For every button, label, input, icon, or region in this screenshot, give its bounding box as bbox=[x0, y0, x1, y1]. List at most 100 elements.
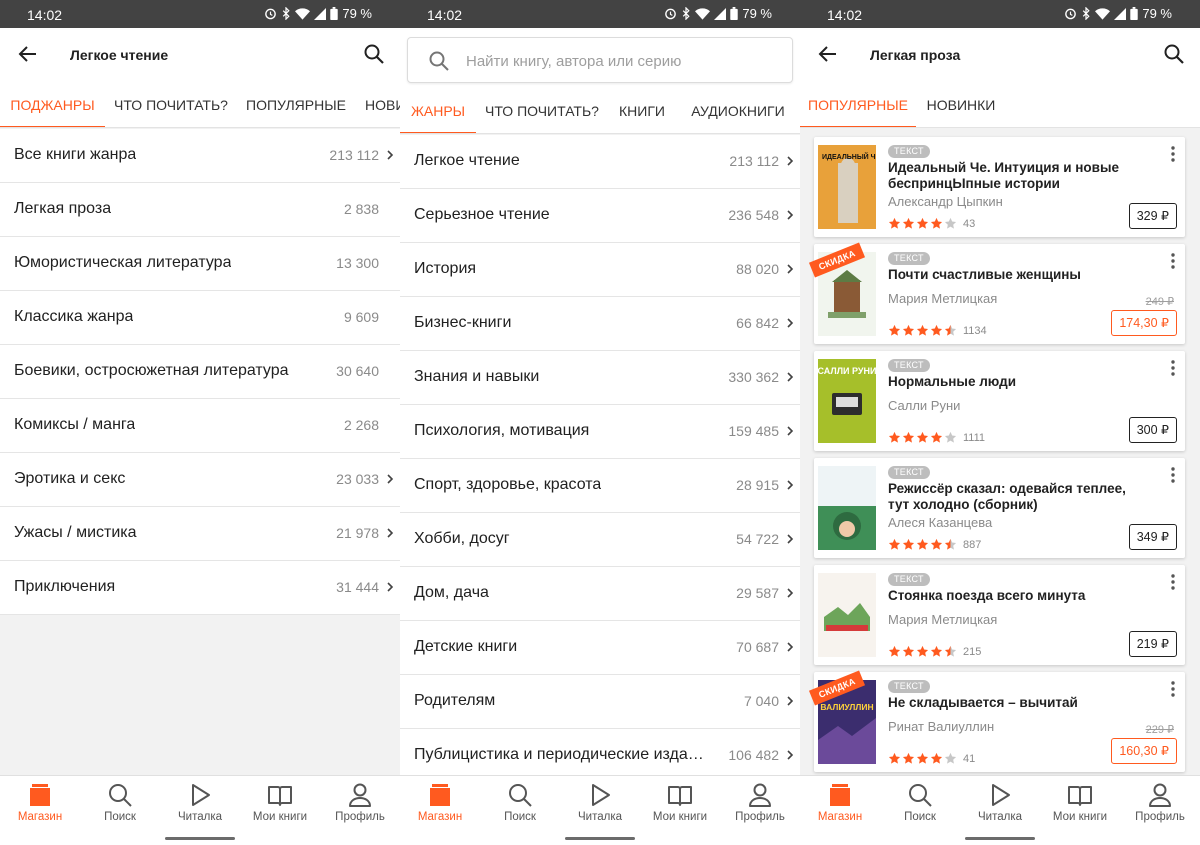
chevron-right-icon bbox=[787, 750, 794, 760]
price-button[interactable]: 300 ₽ bbox=[1128, 417, 1177, 443]
price-button[interactable]: 349 ₽ bbox=[1128, 524, 1177, 550]
book-card[interactable]: ТЕКСТ Режиссёр сказал: одевайся теплее, … bbox=[814, 458, 1185, 558]
list-item[interactable]: Родителям 7 040 bbox=[400, 675, 800, 729]
nav-my-books[interactable]: Мои книги bbox=[240, 782, 320, 834]
nav-my-books[interactable]: Мои книги bbox=[640, 782, 720, 834]
search-box[interactable] bbox=[407, 37, 793, 83]
list-item[interactable]: Психология, мотивация 159 485 bbox=[400, 405, 800, 459]
list-item[interactable]: Классика жанра 9 609 bbox=[0, 291, 400, 345]
tab-what-to-read[interactable]: ЧТО ПОЧИТАТЬ? bbox=[476, 88, 608, 133]
profile-icon bbox=[1149, 783, 1171, 807]
tab-books[interactable]: КНИГИ bbox=[608, 88, 676, 133]
nav-shop[interactable]: Магазин bbox=[400, 782, 480, 834]
nav-profile[interactable]: Профиль bbox=[1120, 782, 1200, 834]
search-icon[interactable] bbox=[362, 42, 386, 66]
nav-profile[interactable]: Профиль bbox=[720, 782, 800, 834]
search-icon[interactable] bbox=[1162, 42, 1186, 66]
nav-profile[interactable]: Профиль bbox=[320, 782, 400, 834]
tab-genres[interactable]: ЖАНРЫ bbox=[400, 88, 476, 133]
rating-count: 43 bbox=[963, 217, 976, 230]
list-item-count: 88 020 bbox=[736, 261, 779, 277]
list-item[interactable]: Бизнес-книги 66 842 bbox=[400, 297, 800, 351]
book-card[interactable]: САЛЛИ РУНИ ТЕКСТ Нормальные люди Салли Р… bbox=[814, 351, 1185, 451]
back-arrow-icon[interactable] bbox=[16, 42, 40, 66]
list-item[interactable]: Хобби, досуг 54 722 bbox=[400, 513, 800, 567]
bottom-navigation: Магазин Поиск Читалка Мои книги Профиль bbox=[0, 775, 400, 845]
nav-shop[interactable]: Магазин bbox=[800, 782, 880, 834]
home-indicator[interactable] bbox=[565, 837, 635, 840]
app-bar: Легкая проза bbox=[800, 28, 1200, 82]
home-indicator[interactable] bbox=[165, 837, 235, 840]
nav-my-books[interactable]: Мои книги bbox=[1040, 782, 1120, 834]
format-badge: ТЕКСТ bbox=[888, 680, 930, 693]
book-card[interactable]: ИДЕАЛЬНЫЙ ЧЕ ТЕКСТ Идеальный Че. Интуици… bbox=[814, 137, 1185, 237]
list-item[interactable]: Дом, дача 29 587 bbox=[400, 567, 800, 621]
list-item[interactable]: История 88 020 bbox=[400, 243, 800, 297]
list-item-count: 23 033 bbox=[336, 471, 379, 487]
nav-search[interactable]: Поиск bbox=[480, 782, 560, 834]
price-button[interactable]: 329 ₽ bbox=[1128, 203, 1177, 229]
book-cover-title: ИДЕАЛЬНЫЙ ЧЕ bbox=[822, 152, 876, 161]
tab-new[interactable]: НОВИНКИ bbox=[355, 82, 400, 127]
book-card[interactable]: СКИДКА ТЕКСТ Почти счастливые женщины Ма… bbox=[808, 242, 1185, 344]
bluetooth-icon bbox=[1083, 7, 1090, 20]
tab-popular[interactable]: ПОПУЛЯРНЫЕ bbox=[237, 82, 355, 127]
play-icon bbox=[192, 784, 210, 806]
tab-new[interactable]: НОВИНКИ bbox=[916, 82, 1006, 127]
nav-reader[interactable]: Читалка bbox=[560, 782, 640, 834]
rating-stars: 215 bbox=[888, 645, 981, 658]
nav-reader[interactable]: Читалка bbox=[960, 782, 1040, 834]
tab-what-to-read[interactable]: ЧТО ПОЧИТАТЬ? bbox=[105, 82, 237, 127]
tab-bar: ЖАНРЫ ЧТО ПОЧИТАТЬ? КНИГИ АУДИОКНИГИ bbox=[400, 88, 800, 134]
tab-subgenres[interactable]: ПОДЖАНРЫ bbox=[0, 82, 105, 127]
search-icon bbox=[909, 784, 932, 807]
list-item[interactable]: Детские книги 70 687 bbox=[400, 621, 800, 675]
battery-level: 79 % bbox=[742, 6, 772, 21]
tab-audiobooks[interactable]: АУДИОКНИГИ bbox=[676, 88, 800, 133]
book-icon bbox=[668, 786, 692, 806]
list-item[interactable]: Ужасы / мистика 21 978 bbox=[0, 507, 400, 561]
list-item[interactable]: Эротика и секс 23 033 bbox=[0, 453, 400, 507]
book-card[interactable]: ВАЛИУЛЛИН СКИДКА ТЕКСТ Не складывается –… bbox=[808, 670, 1185, 772]
list-item[interactable]: Знания и навыки 330 362 bbox=[400, 351, 800, 405]
back-arrow-icon[interactable] bbox=[816, 42, 840, 66]
nav-label: Магазин bbox=[817, 811, 863, 823]
nav-search[interactable]: Поиск bbox=[880, 782, 960, 834]
nav-label: Мои книги bbox=[1052, 811, 1108, 823]
rating-stars: 1134 bbox=[888, 324, 987, 337]
more-vert-icon[interactable] bbox=[1169, 252, 1177, 270]
chevron-right-icon bbox=[787, 696, 794, 706]
more-vert-icon[interactable] bbox=[1169, 573, 1177, 591]
price-button[interactable]: 160,30 ₽ bbox=[1111, 738, 1177, 764]
star-icon bbox=[888, 645, 901, 657]
list-item[interactable]: Боевики, остросюжетная литература 30 640 bbox=[0, 345, 400, 399]
more-vert-icon[interactable] bbox=[1169, 466, 1177, 484]
nav-label: Мои книги bbox=[652, 811, 708, 823]
alarm-icon bbox=[265, 8, 277, 20]
list-item[interactable]: Комиксы / манга 2 268 bbox=[0, 399, 400, 453]
price-button[interactable]: 219 ₽ bbox=[1128, 631, 1177, 657]
nav-search[interactable]: Поиск bbox=[80, 782, 160, 834]
more-vert-icon[interactable] bbox=[1169, 145, 1177, 163]
search-input[interactable] bbox=[466, 50, 776, 72]
list-item[interactable]: Приключения 31 444 bbox=[0, 561, 400, 615]
list-item[interactable]: Публицистика и периодические изда… 106 48… bbox=[400, 729, 800, 775]
nav-reader[interactable]: Читалка bbox=[160, 782, 240, 834]
list-item[interactable]: Серьезное чтение 236 548 bbox=[400, 189, 800, 243]
more-vert-icon[interactable] bbox=[1169, 680, 1177, 698]
old-price: 229 ₽ bbox=[1145, 724, 1174, 736]
list-item[interactable]: Легкое чтение 213 112 bbox=[400, 135, 800, 189]
price-button[interactable]: 174,30 ₽ bbox=[1111, 310, 1177, 336]
list-item[interactable]: Все книги жанра 213 112 bbox=[0, 129, 400, 183]
list-item[interactable]: Юмористическая литература 13 300 bbox=[0, 237, 400, 291]
list-item[interactable]: Спорт, здоровье, красота 28 915 bbox=[400, 459, 800, 513]
list-item[interactable]: Легкая проза 2 838 bbox=[0, 183, 400, 237]
home-indicator[interactable] bbox=[965, 837, 1035, 840]
nav-label: Профиль bbox=[1135, 811, 1185, 823]
tab-popular[interactable]: ПОПУЛЯРНЫЕ bbox=[800, 82, 916, 127]
nav-shop[interactable]: Магазин bbox=[0, 782, 80, 834]
star-icon bbox=[930, 431, 943, 443]
more-vert-icon[interactable] bbox=[1169, 359, 1177, 377]
chevron-right-icon bbox=[787, 264, 794, 274]
book-card[interactable]: ТЕКСТ Стоянка поезда всего минута Мария … bbox=[814, 565, 1185, 665]
